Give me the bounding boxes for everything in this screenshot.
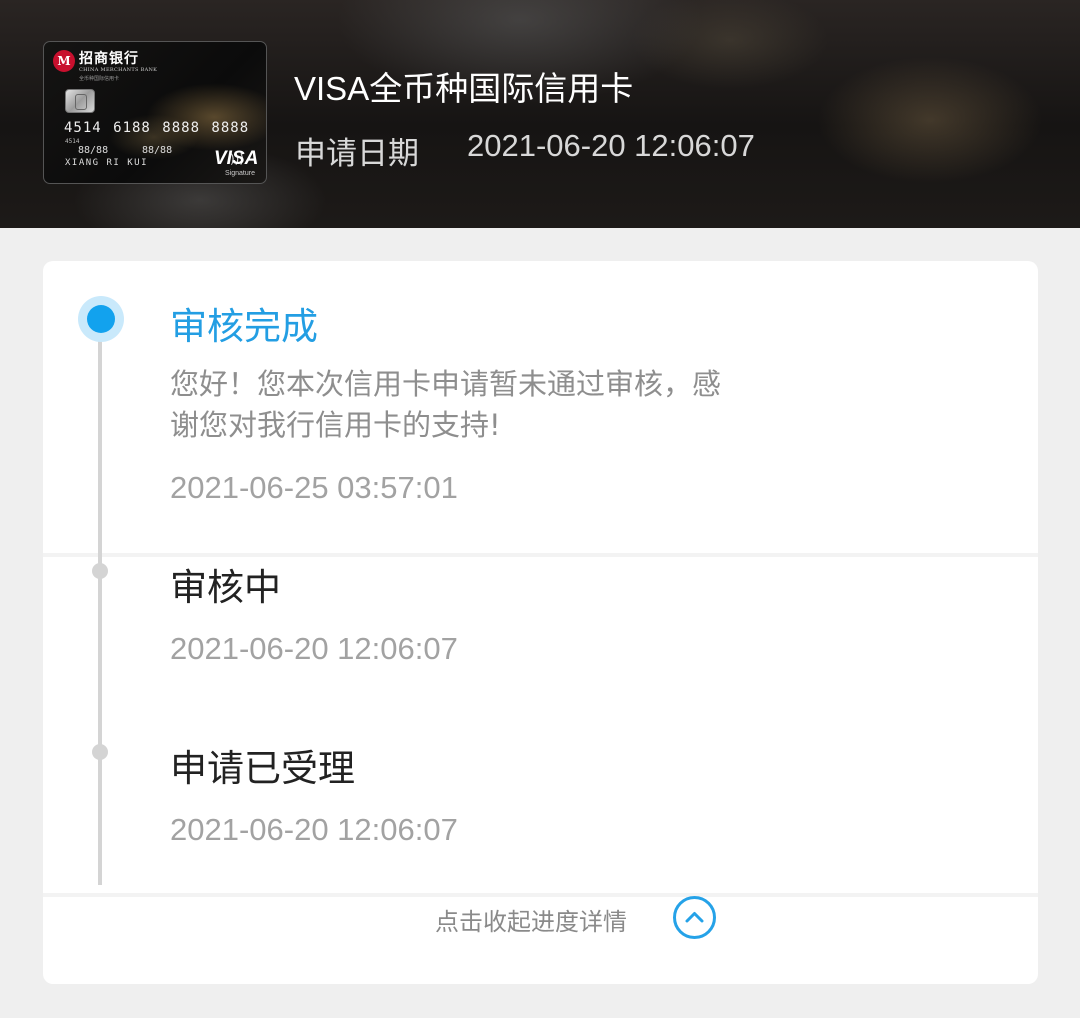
- card-number-prefix: 4514: [65, 138, 80, 145]
- timeline-line: [98, 335, 102, 885]
- divider: [43, 893, 1038, 897]
- visa-tier: Signature: [225, 170, 255, 177]
- application-header: M 招商银行 CHINA MERCHANTS BANK 全币种国际信用卡 451…: [0, 0, 1080, 228]
- card-number: 4514 6188 8888 8888: [64, 120, 250, 136]
- card-product-title: VISA全币种国际信用卡: [294, 70, 634, 107]
- card-bank-name: 招商银行: [79, 51, 139, 67]
- credit-card-image: M 招商银行 CHINA MERCHANTS BANK 全币种国际信用卡 451…: [43, 41, 267, 184]
- card-bank-name-en: CHINA MERCHANTS BANK: [79, 67, 158, 73]
- card-holder-name: XIANG RI KUI: [65, 158, 149, 168]
- chevron-up-circle-icon[interactable]: [673, 896, 716, 939]
- visa-logo: VISA: [214, 148, 259, 169]
- timeline-node-active: [78, 296, 124, 342]
- card-valid-thru: 88/88: [142, 145, 173, 156]
- step-message: 您好！您本次信用卡申请暂未通过审核，感谢您对我行信用卡的支持!: [170, 367, 722, 442]
- apply-date-label: 申请日期: [295, 136, 419, 172]
- step-title-accepted: 申请已受理: [170, 747, 355, 790]
- bank-logo-icon: M: [53, 50, 75, 72]
- step-title-reviewing: 审核中: [170, 566, 281, 609]
- card-valid-from: 88/88: [78, 145, 109, 156]
- timeline-node: [92, 563, 108, 579]
- timeline-node: [92, 744, 108, 760]
- chip-icon: [65, 89, 95, 113]
- step-title-review-complete: 审核完成: [170, 305, 318, 348]
- step-time: 2021-06-20 12:06:07: [170, 812, 458, 847]
- apply-date-value: 2021-06-20 12:06:07: [467, 128, 755, 163]
- card-subtitle: 全币种国际信用卡: [79, 76, 120, 82]
- step-time: 2021-06-25 03:57:01: [170, 470, 458, 505]
- step-time: 2021-06-20 12:06:07: [170, 631, 458, 666]
- collapse-progress-link[interactable]: 点击收起进度详情: [435, 902, 627, 937]
